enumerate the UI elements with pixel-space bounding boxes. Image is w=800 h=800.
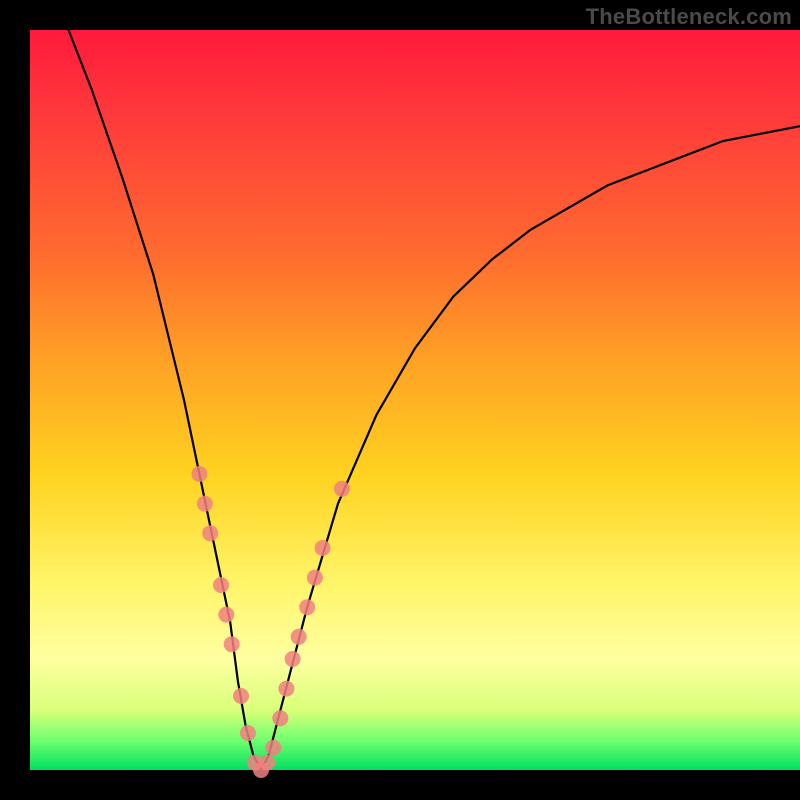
curve-marker xyxy=(315,540,331,556)
curve-marker xyxy=(224,636,240,652)
chart-frame: TheBottleneck.com xyxy=(0,0,800,800)
curve-marker xyxy=(265,740,281,756)
curve-marker xyxy=(334,481,350,497)
curve-marker xyxy=(233,688,249,704)
curve-marker xyxy=(307,570,323,586)
bottleneck-curve-path xyxy=(69,30,800,770)
curve-svg xyxy=(30,30,800,770)
curve-marker xyxy=(202,525,218,541)
curve-marker xyxy=(213,577,229,593)
curve-marker xyxy=(291,629,307,645)
curve-marker xyxy=(299,599,315,615)
curve-marker xyxy=(197,496,213,512)
curve-marker xyxy=(259,755,275,771)
curve-markers xyxy=(191,466,350,778)
watermark-text: TheBottleneck.com xyxy=(586,4,792,30)
plot-area xyxy=(30,30,800,770)
bottleneck-curve xyxy=(69,30,800,770)
curve-marker xyxy=(272,710,288,726)
curve-marker xyxy=(218,607,234,623)
curve-marker xyxy=(240,725,256,741)
curve-marker xyxy=(278,681,294,697)
curve-marker xyxy=(285,651,301,667)
curve-marker xyxy=(191,466,207,482)
